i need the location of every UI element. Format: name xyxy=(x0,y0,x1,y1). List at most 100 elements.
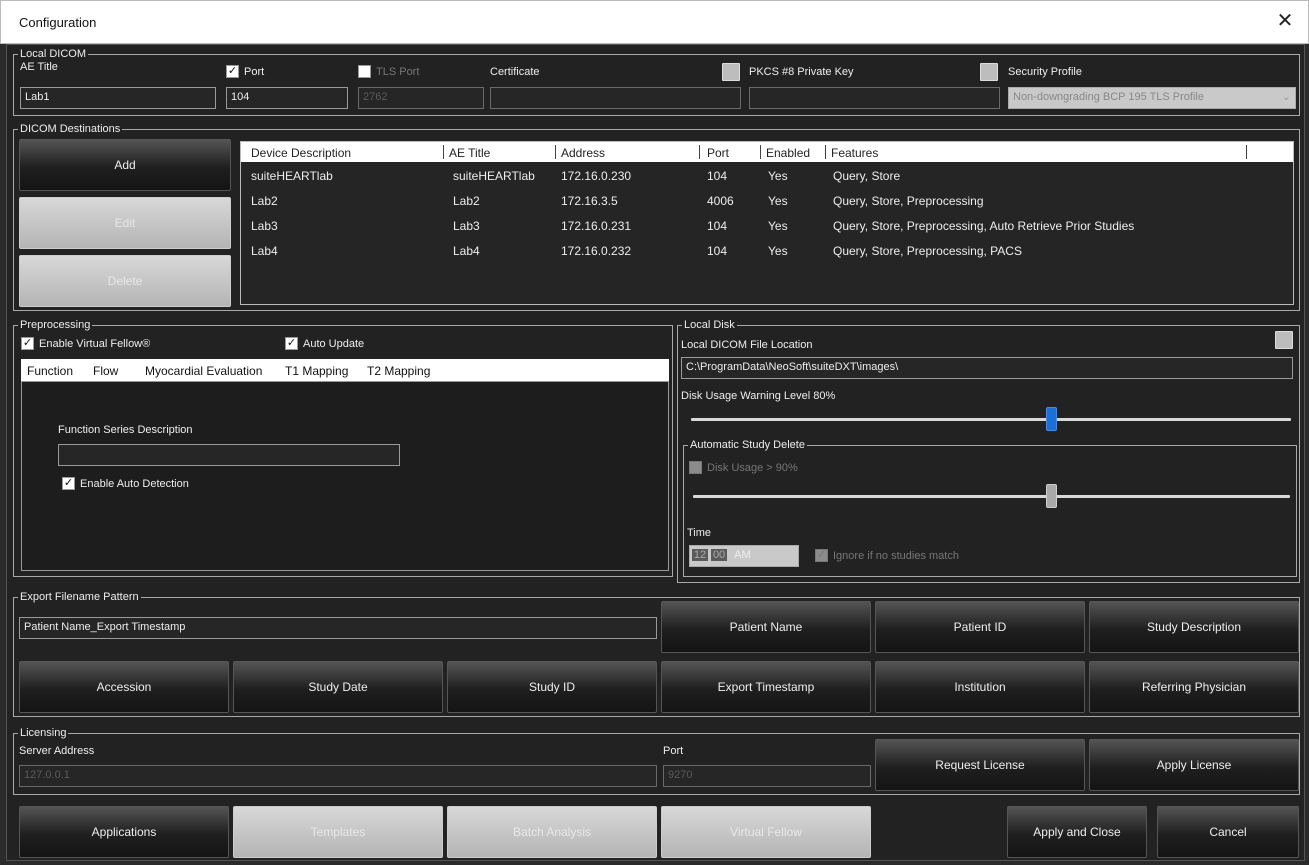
file-location-browse-button[interactable] xyxy=(1275,331,1293,349)
auto-delete-group-label: Automatic Study Delete xyxy=(688,438,807,452)
ignore-checkbox[interactable]: ✓ xyxy=(815,549,828,562)
certificate-label: Certificate xyxy=(490,66,540,78)
cell-port: 104 xyxy=(707,244,728,258)
applications-button[interactable]: Applications xyxy=(19,806,229,858)
institution-button[interactable]: Institution xyxy=(875,661,1085,713)
destinations-group-label: DICOM Destinations xyxy=(18,122,123,136)
edit-destination-button[interactable]: Edit xyxy=(19,197,231,249)
add-destination-button[interactable]: Add xyxy=(19,139,231,191)
cell-device: Lab3 xyxy=(251,219,278,233)
cell-ae-title: suiteHEARTlab xyxy=(453,169,535,183)
licensing-group-label: Licensing xyxy=(18,726,69,740)
title-bar: Configuration ✕ xyxy=(0,0,1309,44)
destinations-table-header: Device Description AE Title Address Port… xyxy=(241,142,1293,162)
chevron-down-icon: ⌄ xyxy=(1281,91,1291,103)
close-icon[interactable]: ✕ xyxy=(1272,9,1298,35)
delete-level-slider-thumb[interactable] xyxy=(1046,484,1058,508)
col-separator xyxy=(555,145,556,159)
tls-port-label: TLS Port xyxy=(376,66,420,78)
tab-myocardial-evaluation[interactable]: Myocardial Evaluation xyxy=(145,364,262,378)
col-enabled[interactable]: Enabled xyxy=(766,146,810,160)
certificate-browse-button[interactable] xyxy=(722,63,740,81)
export-timestamp-button[interactable]: Export Timestamp xyxy=(661,661,871,713)
cell-address: 172.16.3.5 xyxy=(561,194,618,208)
patient-id-button[interactable]: Patient ID xyxy=(875,601,1085,653)
enable-virtual-fellow-checkbox[interactable]: ✓ xyxy=(21,337,34,350)
col-features[interactable]: Features xyxy=(831,146,878,160)
tls-port-field[interactable]: 2762 xyxy=(358,87,484,109)
file-location-label: Local DICOM File Location xyxy=(681,339,813,351)
preprocessing-tabs: Function Flow Myocardial Evaluation T1 M… xyxy=(21,359,669,381)
disk-warning-slider[interactable] xyxy=(691,418,1291,421)
patient-name-button[interactable]: Patient Name xyxy=(661,601,871,653)
private-key-field[interactable] xyxy=(749,87,1000,109)
auto-update-label: Auto Update xyxy=(303,338,365,350)
window-title: Configuration xyxy=(19,15,97,30)
apply-license-button[interactable]: Apply License xyxy=(1089,739,1299,791)
cell-device: Lab4 xyxy=(251,244,278,258)
study-description-button[interactable]: Study Description xyxy=(1089,601,1299,653)
table-row[interactable]: Lab3 Lab3 172.16.0.231 104 Yes Query, St… xyxy=(241,214,1293,239)
delete-level-slider[interactable] xyxy=(693,495,1290,498)
table-row[interactable]: suiteHEARTlab suiteHEARTlab 172.16.0.230… xyxy=(241,164,1293,189)
series-description-label: Function Series Description xyxy=(58,424,193,436)
accession-button[interactable]: Accession xyxy=(19,661,229,713)
study-id-button[interactable]: Study ID xyxy=(447,661,657,713)
col-address[interactable]: Address xyxy=(561,146,605,160)
time-ampm[interactable]: AM xyxy=(734,549,751,561)
tab-t2-mapping[interactable]: T2 Mapping xyxy=(367,364,430,378)
private-key-label: PKCS #8 Private Key xyxy=(749,66,854,78)
series-description-field[interactable] xyxy=(58,444,400,466)
time-hour[interactable]: 12 xyxy=(692,549,708,561)
virtual-fellow-button[interactable]: Virtual Fellow xyxy=(661,806,871,858)
ignore-label: Ignore if no studies match xyxy=(833,550,959,562)
col-device-description[interactable]: Device Description xyxy=(251,146,351,160)
cancel-button[interactable]: Cancel xyxy=(1157,806,1299,858)
cell-enabled: Yes xyxy=(768,169,788,183)
license-port-field[interactable]: 9270 xyxy=(663,765,871,787)
time-picker[interactable]: 12 00 AM xyxy=(689,545,799,567)
study-date-button[interactable]: Study Date xyxy=(233,661,443,713)
col-separator xyxy=(1246,145,1247,159)
export-pattern-field[interactable]: Patient Name_Export Timestamp xyxy=(19,617,657,639)
cell-device: Lab2 xyxy=(251,194,278,208)
destinations-table: Device Description AE Title Address Port… xyxy=(240,141,1294,305)
auto-detection-checkbox[interactable]: ✓ xyxy=(62,477,75,490)
dialog-body: Local DICOM AE Title Lab1 ✓ Port 104 TLS… xyxy=(6,44,1305,861)
tab-function[interactable]: Function xyxy=(27,364,73,378)
col-port[interactable]: Port xyxy=(707,146,729,160)
private-key-browse-button[interactable] xyxy=(980,63,998,81)
file-location-field[interactable]: C:\ProgramData\NeoSoft\suiteDXT\images\ xyxy=(681,357,1293,379)
batch-analysis-button[interactable]: Batch Analysis xyxy=(447,806,657,858)
apply-and-close-button[interactable]: Apply and Close xyxy=(1007,806,1147,858)
security-profile-label: Security Profile xyxy=(1008,66,1082,78)
cell-ae-title: Lab3 xyxy=(453,219,480,233)
delete-at-checkbox[interactable] xyxy=(689,461,702,474)
certificate-field[interactable] xyxy=(490,87,741,109)
disk-warning-slider-thumb[interactable] xyxy=(1046,407,1057,431)
auto-update-checkbox[interactable]: ✓ xyxy=(285,337,298,350)
tab-t1-mapping[interactable]: T1 Mapping xyxy=(285,364,348,378)
templates-button[interactable]: Templates xyxy=(233,806,443,858)
table-row[interactable]: Lab2 Lab2 172.16.3.5 4006 Yes Query, Sto… xyxy=(241,189,1293,214)
col-ae-title[interactable]: AE Title xyxy=(449,146,490,160)
port-field[interactable]: 104 xyxy=(226,87,348,109)
tls-port-checkbox[interactable] xyxy=(358,65,371,78)
time-label: Time xyxy=(687,527,712,539)
time-minute[interactable]: 00 xyxy=(711,549,728,561)
delete-destination-button[interactable]: Delete xyxy=(19,255,231,307)
security-profile-select[interactable]: Non-downgrading BCP 195 TLS Profile ⌄ xyxy=(1008,87,1296,109)
delete-at-label: Disk Usage > 90% xyxy=(707,462,798,474)
cell-features: Query, Store xyxy=(833,169,901,183)
referring-physician-button[interactable]: Referring Physician xyxy=(1089,661,1299,713)
table-row[interactable]: Lab4 Lab4 172.16.0.232 104 Yes Query, St… xyxy=(241,239,1293,264)
port-checkbox[interactable]: ✓ xyxy=(226,65,239,78)
cell-device: suiteHEARTlab xyxy=(251,169,333,183)
request-license-button[interactable]: Request License xyxy=(875,739,1085,791)
server-address-field[interactable]: 127.0.0.1 xyxy=(19,765,657,787)
license-port-label: Port xyxy=(663,745,684,757)
preprocessing-group-label: Preprocessing xyxy=(18,318,93,332)
ae-title-field[interactable]: Lab1 xyxy=(20,87,216,109)
tab-flow[interactable]: Flow xyxy=(93,364,118,378)
cell-features: Query, Store, Preprocessing, Auto Retrie… xyxy=(833,219,1135,233)
